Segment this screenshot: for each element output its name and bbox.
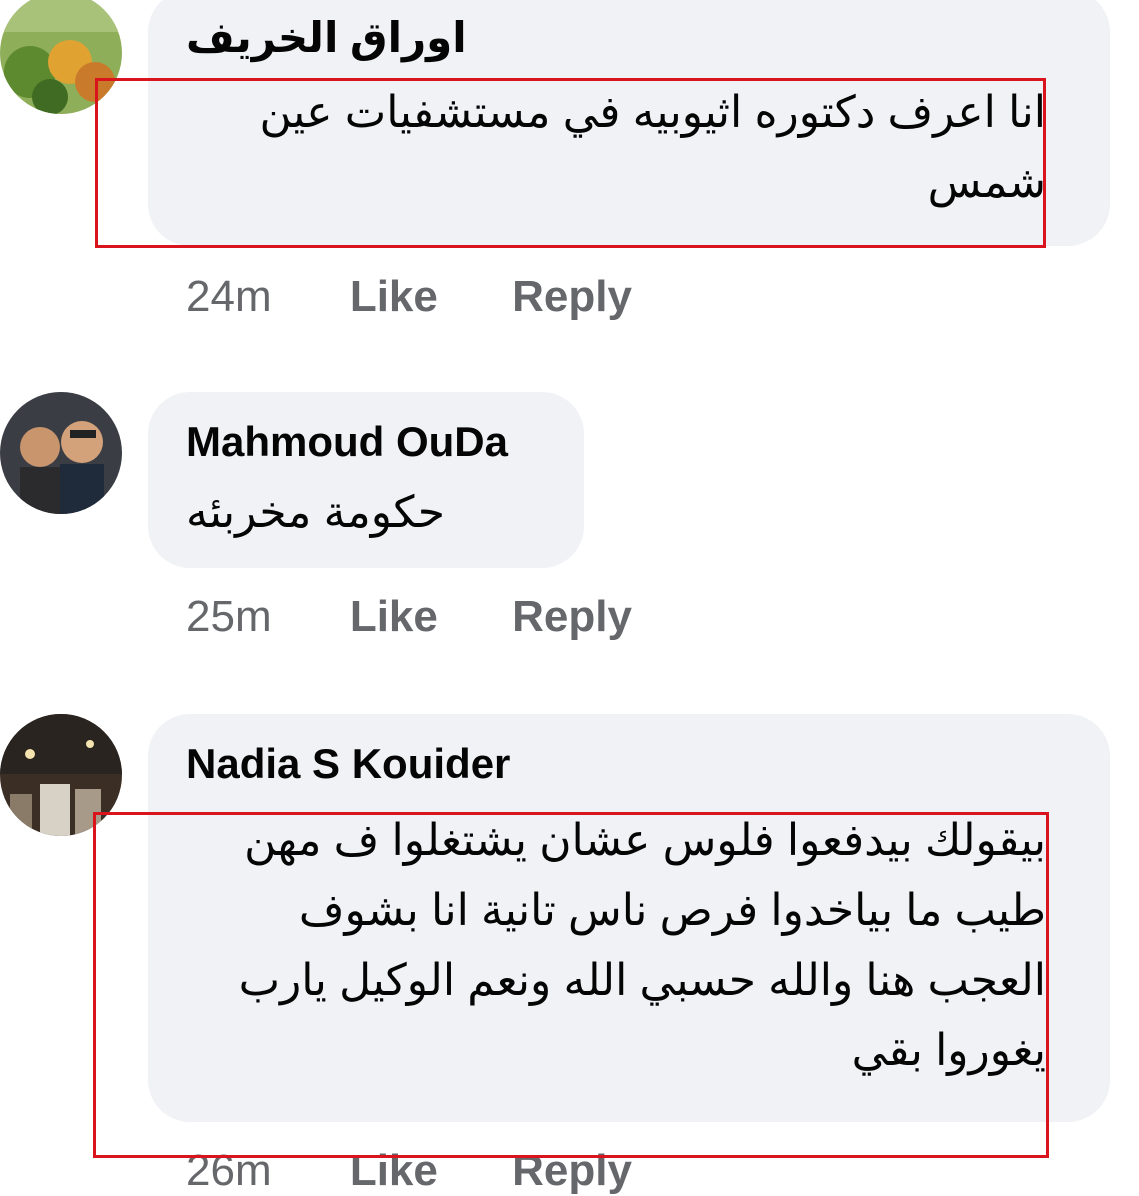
comment-text: حكومة مخربئه xyxy=(186,488,445,537)
comment-author[interactable]: اوراق الخريف xyxy=(186,12,467,64)
comment-author[interactable]: Nadia S Kouider xyxy=(186,738,510,790)
avatar-image-icon xyxy=(0,714,122,836)
reply-button[interactable]: Reply xyxy=(512,592,632,642)
avatar-image-icon xyxy=(0,0,122,114)
like-button[interactable]: Like xyxy=(350,592,438,642)
comment-timestamp[interactable]: 26m xyxy=(186,1146,272,1196)
comment-text: انا اعرف دكتوره اثيوبيه في مستشفيات عين … xyxy=(259,88,1046,207)
comment-timestamp[interactable]: 25m xyxy=(186,592,272,642)
comment-actions: 26m Like Reply xyxy=(186,1146,632,1196)
avatar[interactable] xyxy=(0,392,122,514)
avatar[interactable] xyxy=(0,714,122,836)
comment-timestamp[interactable]: 24m xyxy=(186,272,272,322)
comment-bubble: اوراق الخريف انا اعرف دكتوره اثيوبيه في … xyxy=(148,0,1110,246)
comment-text: بيقولك بيدفعوا فلوس عشان يشتغلوا ف مهن ط… xyxy=(238,816,1046,1075)
reply-button[interactable]: Reply xyxy=(512,1146,632,1196)
avatar-image-icon xyxy=(0,392,122,514)
comment-author[interactable]: Mahmoud OuDa xyxy=(186,416,508,468)
avatar[interactable] xyxy=(0,0,122,114)
comment-actions: 24m Like Reply xyxy=(186,272,632,322)
comment-actions: 25m Like Reply xyxy=(186,592,632,642)
like-button[interactable]: Like xyxy=(350,1146,438,1196)
like-button[interactable]: Like xyxy=(350,272,438,322)
comment-bubble: Mahmoud OuDa حكومة مخربئه xyxy=(148,392,584,568)
reply-button[interactable]: Reply xyxy=(512,272,632,322)
comment-bubble: Nadia S Kouider بيقولك بيدفعوا فلوس عشان… xyxy=(148,714,1110,1122)
